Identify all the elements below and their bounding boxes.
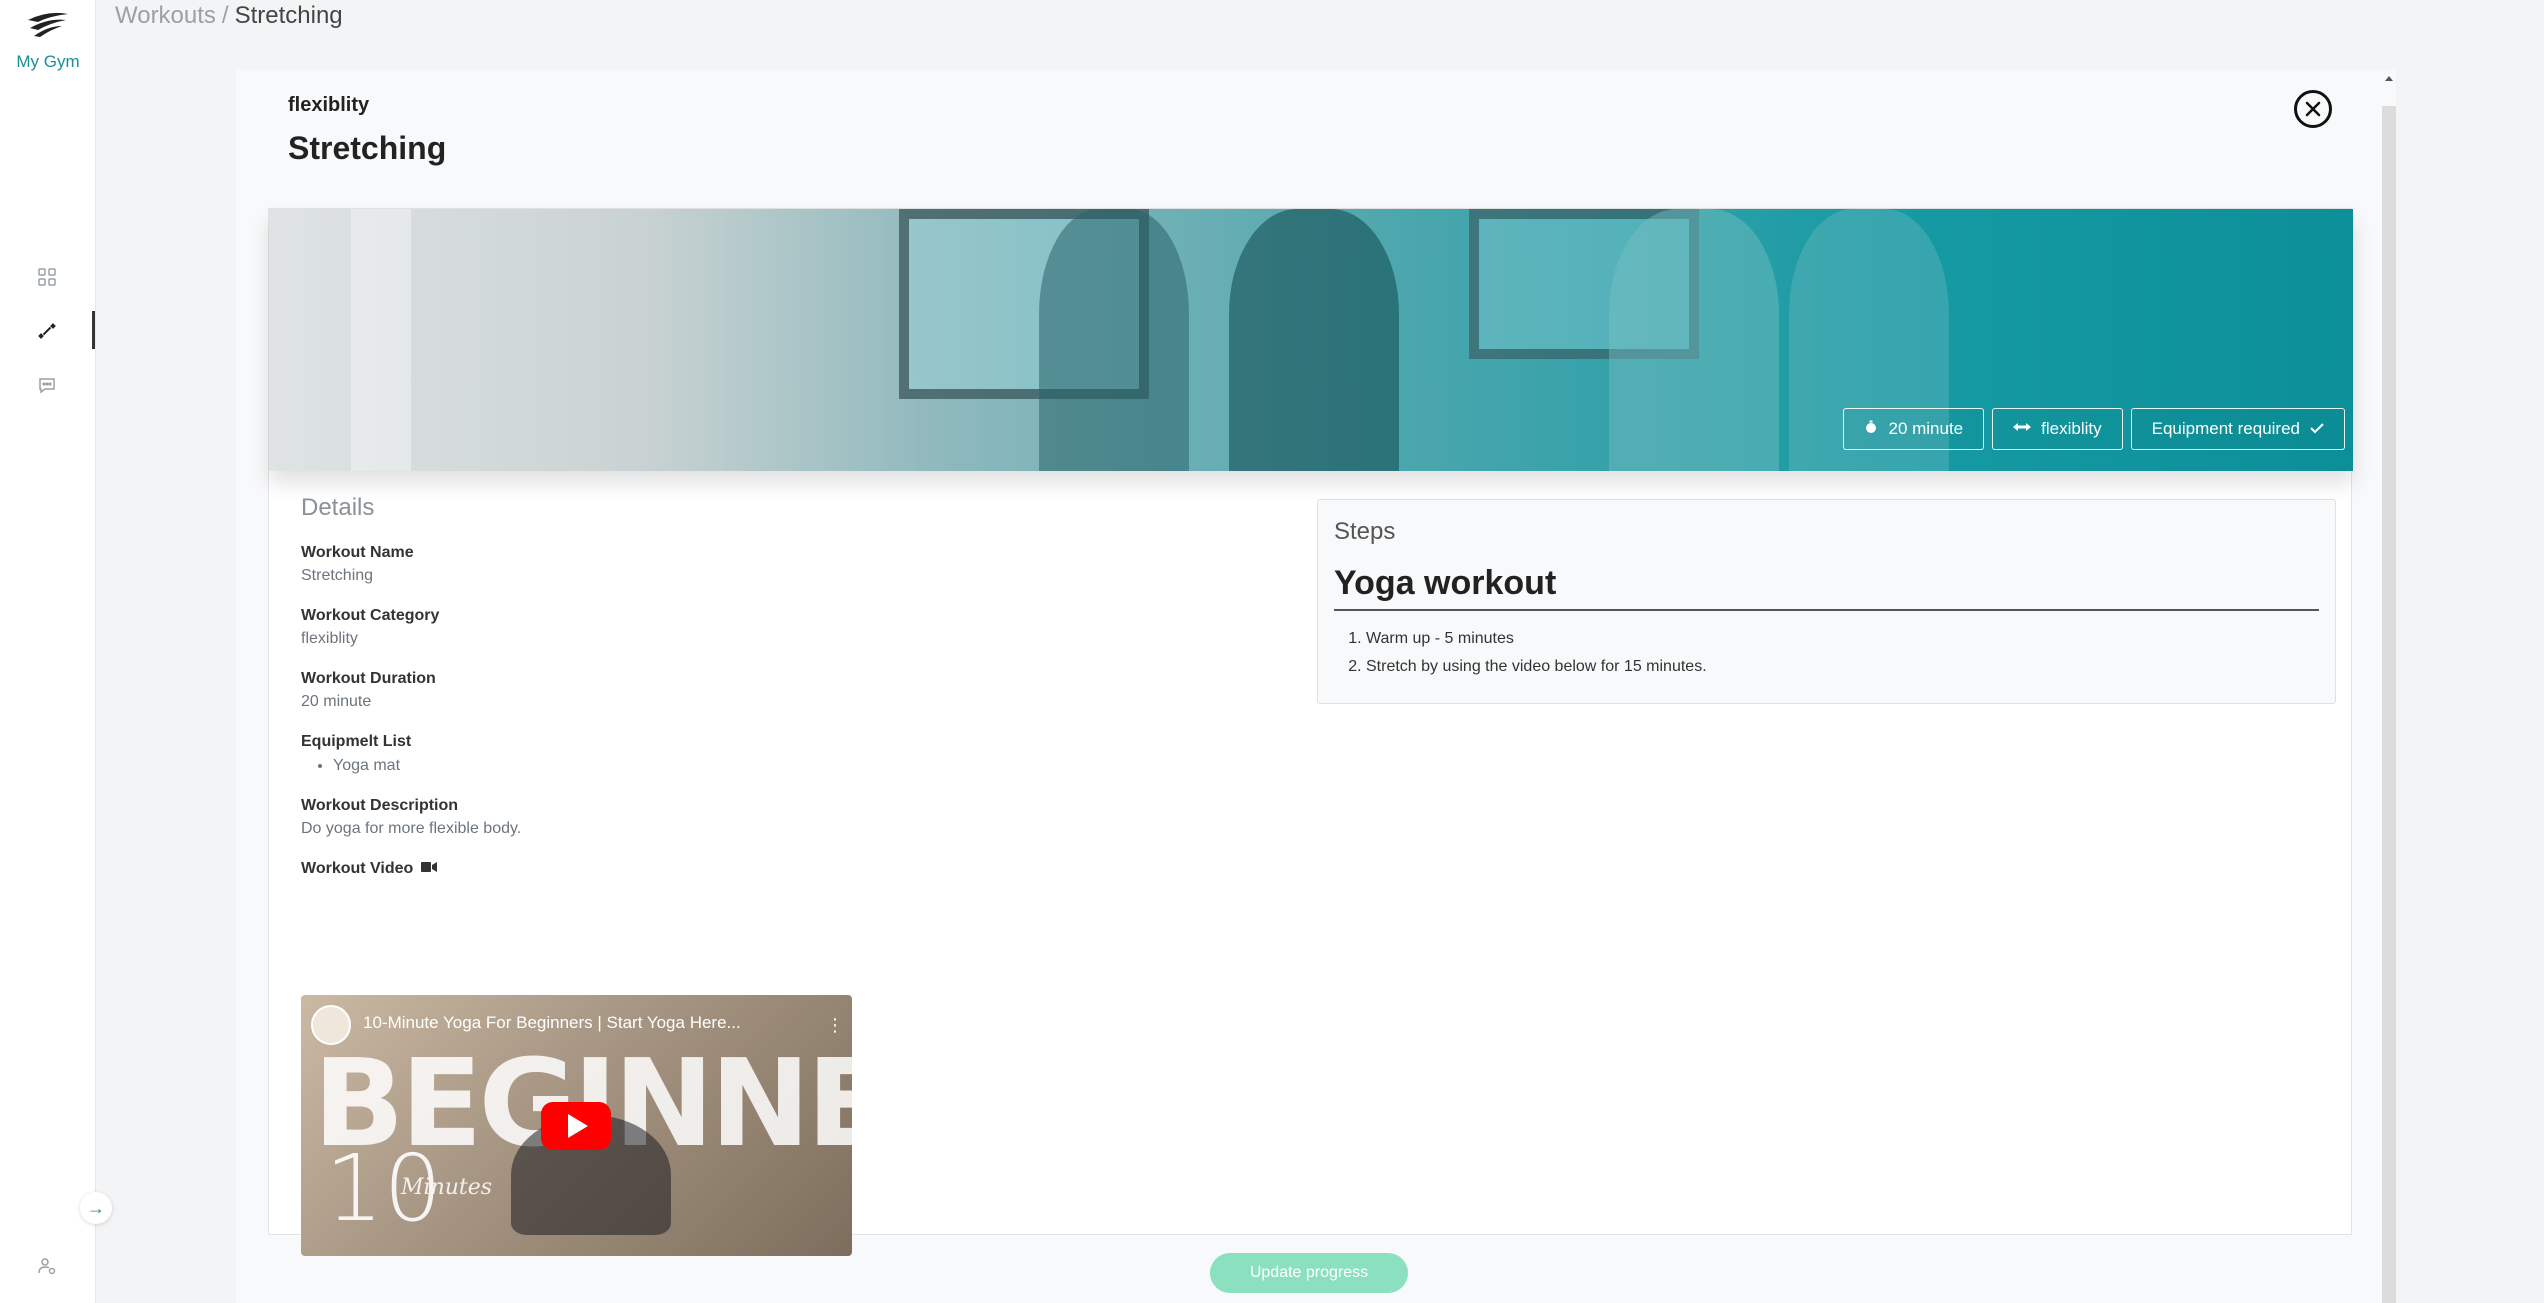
scrollbar[interactable] [2382,106,2396,1303]
breadcrumb-separator: / [221,2,229,29]
hero-image: 20 minute flexiblity Equipment required [269,209,2353,471]
workout-duration-value: 20 minute [301,693,372,710]
stopwatch-icon [1864,419,1878,439]
steps-heading: Steps [1334,518,1396,545]
close-icon [2305,101,2321,117]
workout-video-label-text: Workout Video [301,860,414,877]
workout-name-value: Stretching [301,567,374,584]
arrow-right-icon: → [87,1197,105,1218]
steps-title: Yoga workout [1334,564,2319,611]
video-player[interactable]: BEGINNERS 10 Minutes 10-Minute Yoga For … [301,995,852,1256]
app-name[interactable]: My Gym [0,52,96,72]
stretch-arrows-icon [2013,419,2032,439]
logo-icon[interactable] [24,10,72,40]
workout-category-label: Workout Category [301,607,440,624]
duration-badge-label: 20 minute [1888,419,1964,438]
modal-category: flexiblity [288,94,370,116]
play-button[interactable] [541,1102,611,1150]
more-options-icon[interactable]: ⋮ [826,1015,844,1036]
equipment-list: Yoga mat [301,757,1201,775]
workouts-icon[interactable] [34,318,60,344]
workout-video-label: Workout Video [301,860,1201,878]
breadcrumb-current: Stretching [234,2,343,29]
check-icon [2310,419,2324,439]
steps-panel: Steps Yoga workout Warm up - 5 minutes S… [1317,499,2336,704]
sidebar-expand-button[interactable]: → [80,1192,112,1224]
equipment-badge-label: Equipment required [2151,419,2300,438]
equipment-list-label: Equipmelt List [301,733,412,750]
workout-description-value: Do yoga for more flexible body. [301,820,522,837]
breadcrumb-workouts[interactable]: Workouts [115,2,216,29]
workout-category-value: flexiblity [301,630,358,647]
nav-active-indicator [92,311,95,349]
video-title[interactable]: 10-Minute Yoga For Beginners | Start Yog… [363,1013,741,1033]
equipment-badge: Equipment required [2130,408,2345,450]
workout-name-label: Workout Name [301,544,414,561]
video-overlay-subtext: Minutes [401,1175,493,1200]
details-section: Details Workout Name Stretching Workout … [301,494,1201,878]
user-settings-icon[interactable] [34,1253,60,1279]
badge-group: 20 minute flexiblity Equipment required [1843,408,2345,450]
category-badge: flexiblity [1992,408,2123,450]
category-badge-label: flexiblity [2041,419,2102,438]
workout-modal: flexiblity Stretching 20 minute flexibli… [236,70,2396,1303]
workout-duration-label: Workout Duration [301,670,436,687]
steps-list: Warm up - 5 minutes Stretch by using the… [1334,625,2319,681]
channel-avatar[interactable] [311,1005,351,1045]
sidebar: My Gym [0,0,96,1303]
messages-icon[interactable] [34,372,60,398]
details-heading: Details [301,494,375,521]
video-camera-icon [421,860,438,878]
breadcrumb: Workouts / Stretching [115,0,343,32]
workout-description-label: Workout Description [301,797,459,814]
close-button[interactable] [2294,90,2332,128]
workout-card: 20 minute flexiblity Equipment required … [268,208,2353,1256]
modal-title: Stretching [288,130,447,166]
list-item: Yoga mat [333,757,1201,775]
update-progress-button[interactable]: Update progress [1210,1253,1408,1293]
scroll-up-arrow[interactable] [2385,76,2393,81]
list-item: Warm up - 5 minutes [1366,625,2319,653]
duration-badge: 20 minute [1843,408,1985,450]
dashboard-icon[interactable] [34,264,60,290]
list-item: Stretch by using the video below for 15 … [1366,653,2319,681]
